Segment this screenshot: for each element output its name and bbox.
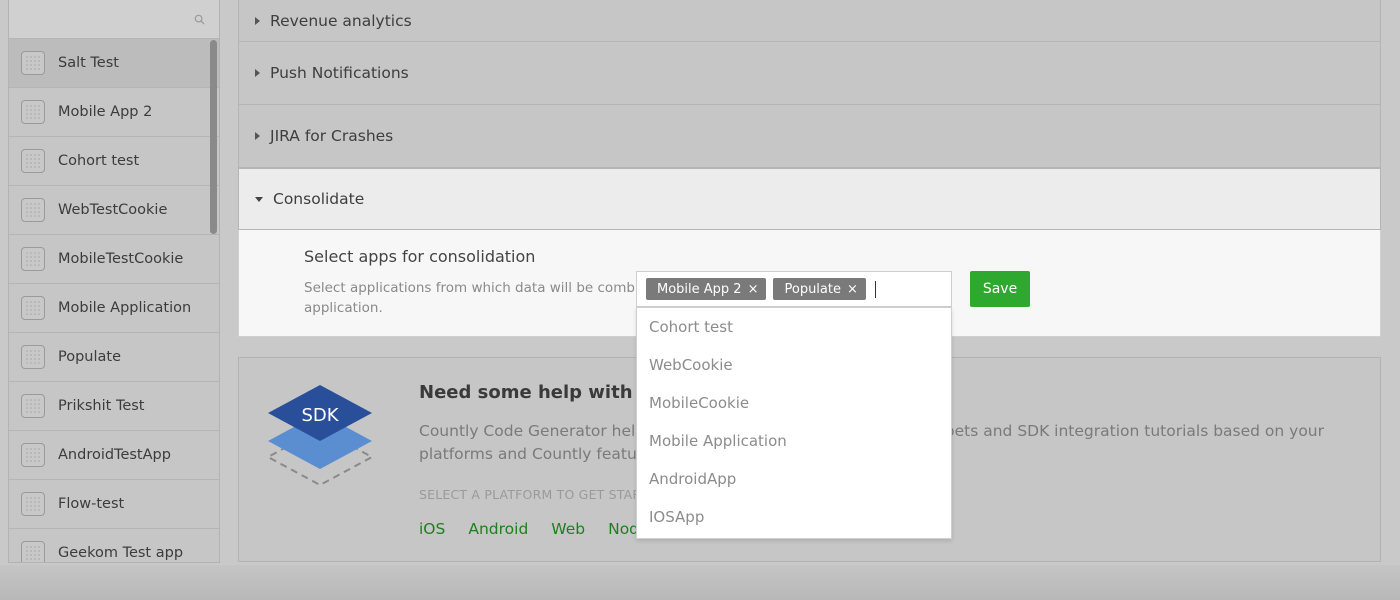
sidebar-app-item[interactable]: AndroidTestApp [9, 431, 219, 480]
app-icon [21, 345, 45, 369]
sidebar-app-label: Mobile App 2 [58, 104, 153, 120]
caret-right-icon [255, 69, 260, 77]
app-icon [21, 394, 45, 418]
platform-link[interactable]: iOS [419, 520, 445, 538]
caret-right-icon [255, 16, 260, 25]
dropdown-option[interactable]: Cohort test [637, 308, 951, 346]
sidebar-app-item[interactable]: WebTestCookie [9, 186, 219, 235]
sidebar-scrollbar[interactable] [210, 40, 217, 234]
sidebar-app-item[interactable]: Cohort test [9, 137, 219, 186]
app-sidebar: Salt Test Mobile App 2 Cohort test WebTestC… [8, 0, 220, 563]
sdk-badge: SDK [301, 405, 339, 426]
sidebar-app-label: Salt Test [58, 55, 119, 71]
dropdown-option[interactable]: AndroidApp [637, 460, 951, 498]
app-icon [21, 198, 45, 222]
accordion-consolidate[interactable]: Consolidate [238, 168, 1381, 230]
accordion-label: Push Notifications [270, 64, 409, 82]
accordion-label: Consolidate [273, 190, 365, 208]
sidebar-app-label: Geekom Test app [58, 545, 184, 561]
consolidate-app-select[interactable]: Mobile App 2 × Populate × [636, 271, 952, 307]
caret-down-icon [255, 196, 263, 202]
sidebar-app-label: Cohort test [58, 153, 140, 169]
accordion-label: Revenue analytics [270, 11, 412, 30]
dropdown-option[interactable]: IOSApp [637, 498, 951, 536]
app-icon [21, 100, 45, 124]
sidebar-app-item[interactable]: Populate [9, 333, 219, 382]
save-button[interactable]: Save [970, 271, 1030, 307]
selected-app-tag: Mobile App 2 × [646, 278, 767, 300]
sidebar-app-item[interactable]: Mobile App 2 [9, 88, 219, 137]
sidebar-app-label: Flow-test [58, 496, 125, 512]
selected-app-tag: Populate × [773, 278, 866, 300]
accordion-revenue-analytics[interactable]: Revenue analytics [238, 0, 1381, 42]
accordion-label: JIRA for Crashes [270, 127, 394, 145]
dropdown-option[interactable]: WebCookie [637, 346, 951, 384]
sidebar-app-label: MobileTestCookie [58, 251, 184, 267]
app-icon [21, 149, 45, 173]
tag-label: Mobile App 2 [657, 281, 742, 297]
consolidate-app-dropdown: Cohort test WebCookie MobileCookie Mobile A… [636, 307, 952, 539]
platform-link[interactable]: Android [468, 520, 528, 538]
sidebar-app-item[interactable]: Geekom Test app [9, 529, 219, 562]
accordion-jira-crashes[interactable]: JIRA for Crashes [238, 105, 1381, 168]
app-icon [21, 492, 45, 516]
sdk-layers-icon: SDK [265, 385, 375, 487]
app-icon [21, 541, 45, 562]
app-search-input[interactable] [9, 0, 219, 39]
remove-tag-icon[interactable]: × [748, 282, 759, 297]
consolidate-title: Select apps for consolidation [304, 247, 536, 266]
dropdown-option[interactable]: Mobile Application [637, 422, 951, 460]
accordion-push-notifications[interactable]: Push Notifications [238, 42, 1381, 105]
sidebar-app-label: AndroidTestApp [58, 447, 171, 463]
app-icon [21, 247, 45, 271]
sidebar-app-label: WebTestCookie [58, 202, 168, 218]
sidebar-app-item[interactable]: Flow-test [9, 480, 219, 529]
text-cursor [874, 280, 876, 298]
sidebar-app-label: Populate [58, 349, 122, 365]
app-icon [21, 443, 45, 467]
sidebar-app-item[interactable]: MobileTestCookie [9, 235, 219, 284]
app-icon [21, 51, 45, 75]
sdk-platform-links: iOSAndroidWebNodeJS [419, 520, 663, 538]
sidebar-app-label: Mobile Application [58, 300, 192, 316]
app-icon [21, 296, 45, 320]
sidebar-app-label: Prikshit Test [58, 398, 145, 414]
page-bottom-bar [0, 565, 1400, 600]
caret-right-icon [255, 132, 260, 140]
tag-label: Populate [784, 281, 841, 297]
dropdown-option[interactable]: MobileCookie [637, 384, 951, 422]
sdk-platform-hint: SELECT A PLATFORM TO GET STARTED [419, 487, 667, 502]
sidebar-app-item[interactable]: Salt Test [9, 39, 219, 88]
remove-tag-icon[interactable]: × [847, 282, 858, 297]
platform-link[interactable]: Web [551, 520, 585, 538]
sidebar-app-item[interactable]: Mobile Application [9, 284, 219, 333]
sidebar-app-item[interactable]: Prikshit Test [9, 382, 219, 431]
search-icon [194, 14, 205, 25]
